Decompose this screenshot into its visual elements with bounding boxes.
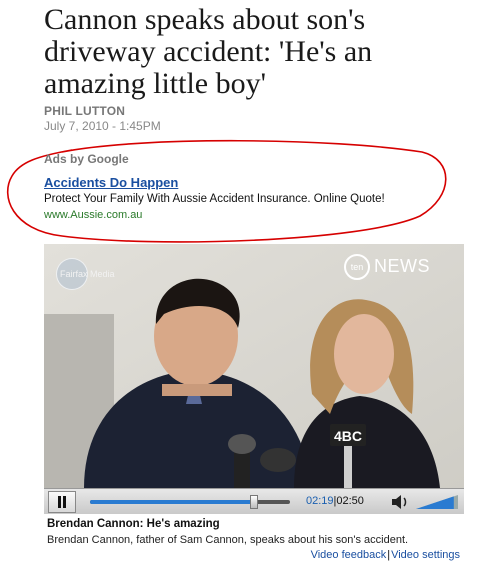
video-player[interactable]: 4BC Fairfax Media ten NEWS (44, 244, 464, 488)
video-links: Video feedback|Video settings (310, 549, 460, 561)
video-caption-title: Brendan Cannon: He's amazing (47, 518, 220, 530)
pause-icon (58, 496, 66, 508)
seek-handle[interactable] (250, 495, 258, 509)
mic-flag-4bc: 4BC (334, 428, 362, 444)
time-display: 02:19|02:50 (306, 495, 364, 507)
pause-button[interactable] (48, 491, 76, 513)
ten-news-watermark: ten NEWS (344, 254, 454, 282)
video-controls: 02:19|02:50 (44, 488, 464, 514)
ad-title-link[interactable]: Accidents Do Happen (44, 175, 178, 190)
publish-date: July 7, 2010 - 1:45PM (44, 119, 161, 133)
ad-url-link[interactable]: www.Aussie.com.au (44, 209, 142, 221)
video-settings-link[interactable]: Video settings (391, 549, 460, 561)
speaker-icon[interactable] (390, 493, 410, 511)
article-headline: Cannon speaks about son's driveway accid… (44, 3, 373, 100)
fairfax-media-watermark: Fairfax Media (56, 258, 118, 290)
seek-bar[interactable] (90, 495, 290, 509)
volume-slider[interactable] (416, 494, 458, 510)
video-caption-text: Brendan Cannon, father of Sam Cannon, sp… (47, 534, 409, 546)
ad-description: Protect Your Family With Aussie Accident… (44, 193, 385, 205)
ads-by-google-label: Ads by Google (44, 152, 129, 166)
duration: 02:50 (336, 495, 364, 507)
author-byline: PHIL LUTTON (44, 104, 126, 118)
current-time: 02:19 (306, 495, 334, 507)
video-feedback-link[interactable]: Video feedback (311, 549, 387, 561)
seek-progress (90, 500, 254, 504)
